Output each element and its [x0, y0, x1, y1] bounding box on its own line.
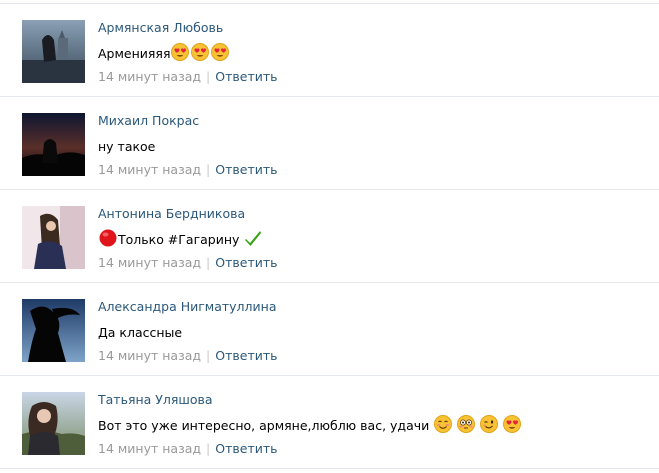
meta-divider: | [206, 162, 211, 177]
comment-text: ну такое [98, 135, 155, 157]
author-name[interactable]: Александра Нигматуллина [98, 299, 277, 314]
timestamp[interactable]: 14 минут назад [98, 162, 201, 177]
comment-text-value: Вот это уже интересно, армяне,люблю вас,… [98, 417, 430, 433]
comment-text-value: Арменияяя [98, 45, 171, 61]
comment-item: Антонина Бердникова Только #Гагарину 14 … [0, 190, 659, 283]
comments-feed: Армянская Любовь Арменияяя 14 минут наза… [0, 0, 659, 473]
comment-item: Александра Нигматуллина Да классные 14 м… [0, 283, 659, 376]
avatar[interactable] [22, 20, 85, 83]
reply-link[interactable]: Ответить [215, 255, 277, 270]
comment-text: Арменияяя [98, 42, 230, 64]
meta-divider: | [206, 441, 211, 456]
avatar[interactable] [22, 113, 85, 176]
author-name[interactable]: Михаил Покрас [98, 113, 199, 128]
heart-eyes-icon [171, 42, 190, 64]
avatar[interactable] [22, 392, 85, 455]
comment-text-value: Да классные [98, 324, 183, 340]
reply-link[interactable]: Ответить [215, 69, 277, 84]
reply-link[interactable]: Ответить [215, 348, 277, 363]
meta-divider: | [206, 255, 211, 270]
author-name[interactable]: Антонина Бердникова [98, 206, 245, 221]
timestamp[interactable]: 14 минут назад [98, 255, 201, 270]
comment-text: Вот это уже интересно, армяне,люблю вас,… [98, 414, 522, 436]
winking-face-icon [480, 414, 499, 436]
comment-meta: 14 минут назад | Ответить [98, 348, 278, 363]
comment-meta: 14 минут назад | Ответить [98, 255, 278, 270]
heart-eyes-icon [191, 42, 210, 64]
comment-item: Михаил Покрас ну такое 14 минут назад | От… [0, 97, 659, 190]
comment-text-value: Только #Гагарину [118, 231, 240, 247]
comment-item: Армянская Любовь Арменияяя 14 минут наза… [0, 4, 659, 97]
flushed-face-icon [457, 414, 476, 436]
timestamp[interactable]: 14 минут назад [98, 69, 201, 84]
comment-text-value: ну такое [98, 138, 156, 154]
avatar[interactable] [22, 206, 85, 269]
reply-link[interactable]: Ответить [215, 162, 277, 177]
timestamp[interactable]: 14 минут назад [98, 348, 201, 363]
smiling-face-icon [434, 414, 453, 436]
comment-item: Татьяна Уляшова Вот это уже интересно, а… [0, 376, 659, 469]
heart-eyes-icon [211, 42, 230, 64]
comment-meta: 14 минут назад | Ответить [98, 441, 278, 456]
meta-divider: | [206, 69, 211, 84]
red-circle-icon [99, 229, 117, 250]
comment-text: Да классные [98, 321, 182, 343]
reply-link[interactable]: Ответить [215, 441, 277, 456]
separator [0, 468, 659, 469]
comment-meta: 14 минут назад | Ответить [98, 162, 278, 177]
comment-text: Только #Гагарину [98, 228, 263, 250]
timestamp[interactable]: 14 минут назад [98, 441, 201, 456]
check-mark-icon [244, 229, 262, 250]
heart-eyes-icon [503, 414, 522, 436]
comment-meta: 14 минут назад | Ответить [98, 69, 278, 84]
avatar[interactable] [22, 299, 85, 362]
meta-divider: | [206, 348, 211, 363]
author-name[interactable]: Татьяна Уляшова [98, 392, 213, 407]
author-name[interactable]: Армянская Любовь [98, 20, 223, 35]
